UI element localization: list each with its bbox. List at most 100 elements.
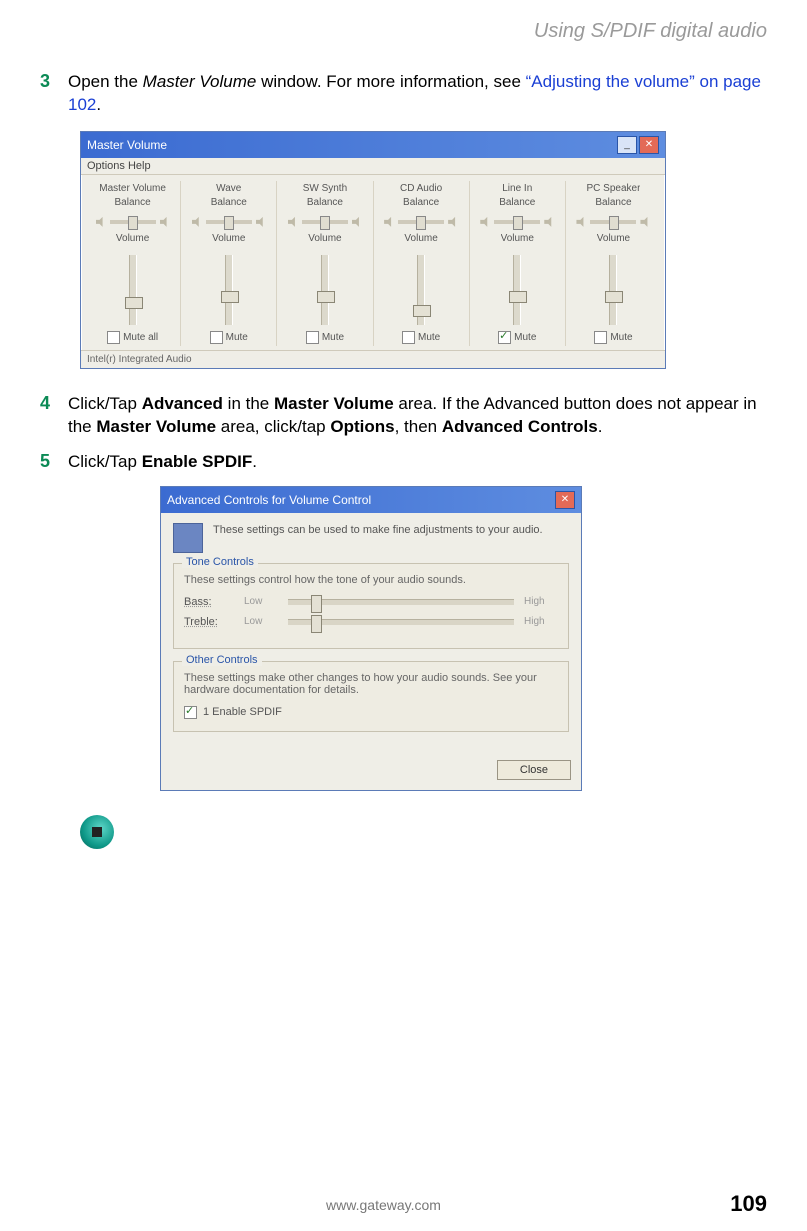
close-button[interactable]: ✕ [639,136,659,154]
mute-checkbox[interactable] [402,331,415,344]
enable-spdif-checkbox[interactable] [184,706,197,719]
volume-thumb[interactable] [221,291,239,303]
balance-control[interactable] [384,217,458,227]
close-dialog-button[interactable]: Close [497,760,571,780]
balance-thumb[interactable] [320,216,330,230]
close-button[interactable]: ✕ [555,491,575,509]
bold-text: Options [330,417,394,436]
speaker-right-icon [352,217,362,227]
balance-thumb[interactable] [224,216,234,230]
balance-thumb[interactable] [513,216,523,230]
balance-track[interactable] [206,220,252,224]
enable-spdif-label: 1 Enable SPDIF [203,706,282,718]
volume-label: Volume [404,233,437,247]
balance-track[interactable] [398,220,444,224]
mute-label: Mute [514,332,536,343]
step-3: 3 Open the Master Volume window. For mor… [40,71,767,117]
slider-thumb[interactable] [311,615,322,633]
balance-control[interactable] [480,217,554,227]
slider-thumb[interactable] [311,595,322,613]
speaker-right-icon [544,217,554,227]
group-title: Other Controls [182,654,262,666]
low-label: Low [244,596,278,607]
mute-checkbox[interactable] [306,331,319,344]
mixer-channel: Master VolumeBalanceVolumeMute all [85,181,181,346]
balance-track[interactable] [302,220,348,224]
window-title: Master Volume [87,138,167,152]
step-body: Click/Tap Enable SPDIF. [68,451,257,474]
balance-track[interactable] [590,220,636,224]
intro-text: These settings can be used to make fine … [213,523,543,553]
page-number: 109 [730,1191,767,1217]
speaker-left-icon [288,217,298,227]
balance-control[interactable] [96,217,170,227]
channel-name: Line In [502,183,532,197]
bass-slider[interactable] [288,599,514,605]
volume-slider[interactable] [321,255,329,325]
mute-label: Mute [418,332,440,343]
volume-slider[interactable] [225,255,233,325]
volume-thumb[interactable] [509,291,527,303]
mixer-channel: PC SpeakerBalanceVolumeMute [566,181,661,346]
volume-label: Volume [597,233,630,247]
volume-thumb[interactable] [125,297,143,309]
treble-row: Treble: Low High [184,616,558,628]
speaker-left-icon [480,217,490,227]
balance-thumb[interactable] [128,216,138,230]
balance-thumb[interactable] [609,216,619,230]
balance-control[interactable] [288,217,362,227]
high-label: High [524,616,558,627]
window-titlebar: Master Volume _ ✕ [81,132,665,158]
volume-thumb[interactable] [317,291,335,303]
balance-label: Balance [115,197,151,211]
balance-track[interactable] [494,220,540,224]
mixer-channel: SW SynthBalanceVolumeMute [277,181,373,346]
page-content: Using S/PDIF digital audio 3 Open the Ma… [0,0,807,849]
volume-slider[interactable] [609,255,617,325]
advanced-controls-screenshot: Advanced Controls for Volume Control ✕ T… [160,486,767,791]
dialog-body: These settings can be used to make fine … [161,513,581,754]
balance-control[interactable] [192,217,266,227]
mute-checkbox[interactable] [498,331,511,344]
mute-checkbox[interactable] [210,331,223,344]
channel-name: CD Audio [400,183,442,197]
mute-row: Mute [498,331,536,344]
bold-text: Advanced Controls [442,417,598,436]
volume-slider[interactable] [129,255,137,325]
step-number: 4 [40,393,68,439]
step-5: 5 Click/Tap Enable SPDIF. [40,451,767,474]
text: , then [395,417,442,436]
speaker-left-icon [576,217,586,227]
channel-name: Master Volume [99,183,166,197]
mute-label: Mute [226,332,248,343]
master-volume-window: Master Volume _ ✕ Options Help Master Vo… [80,131,666,369]
balance-thumb[interactable] [416,216,426,230]
text: window. For more information, see [256,72,525,91]
tone-controls-group: Tone Controls These settings control how… [173,563,569,649]
low-label: Low [244,616,278,627]
minimize-button[interactable]: _ [617,136,637,154]
text: Click/Tap [68,452,142,471]
volume-thumb[interactable] [413,305,431,317]
group-desc: These settings make other changes to how… [184,672,558,696]
mute-checkbox[interactable] [594,331,607,344]
mute-row: Mute [306,331,344,344]
balance-control[interactable] [576,217,650,227]
window-buttons: _ ✕ [617,136,659,154]
menu-bar[interactable]: Options Help [81,158,665,175]
mute-checkbox[interactable] [107,331,120,344]
volume-slider[interactable] [417,255,425,325]
volume-slider[interactable] [513,255,521,325]
mute-label: Mute all [123,332,158,343]
channel-name: PC Speaker [586,183,640,197]
channel-name: SW Synth [303,183,347,197]
volume-thumb[interactable] [605,291,623,303]
mixer-channel: CD AudioBalanceVolumeMute [374,181,470,346]
balance-track[interactable] [110,220,156,224]
step-body: Click/Tap Advanced in the Master Volume … [68,393,767,439]
bass-row: Bass: Low High [184,596,558,608]
master-volume-screenshot: Master Volume _ ✕ Options Help Master Vo… [80,131,767,369]
treble-slider[interactable] [288,619,514,625]
speaker-right-icon [640,217,650,227]
page-footer: www.gateway.com [0,1197,767,1213]
